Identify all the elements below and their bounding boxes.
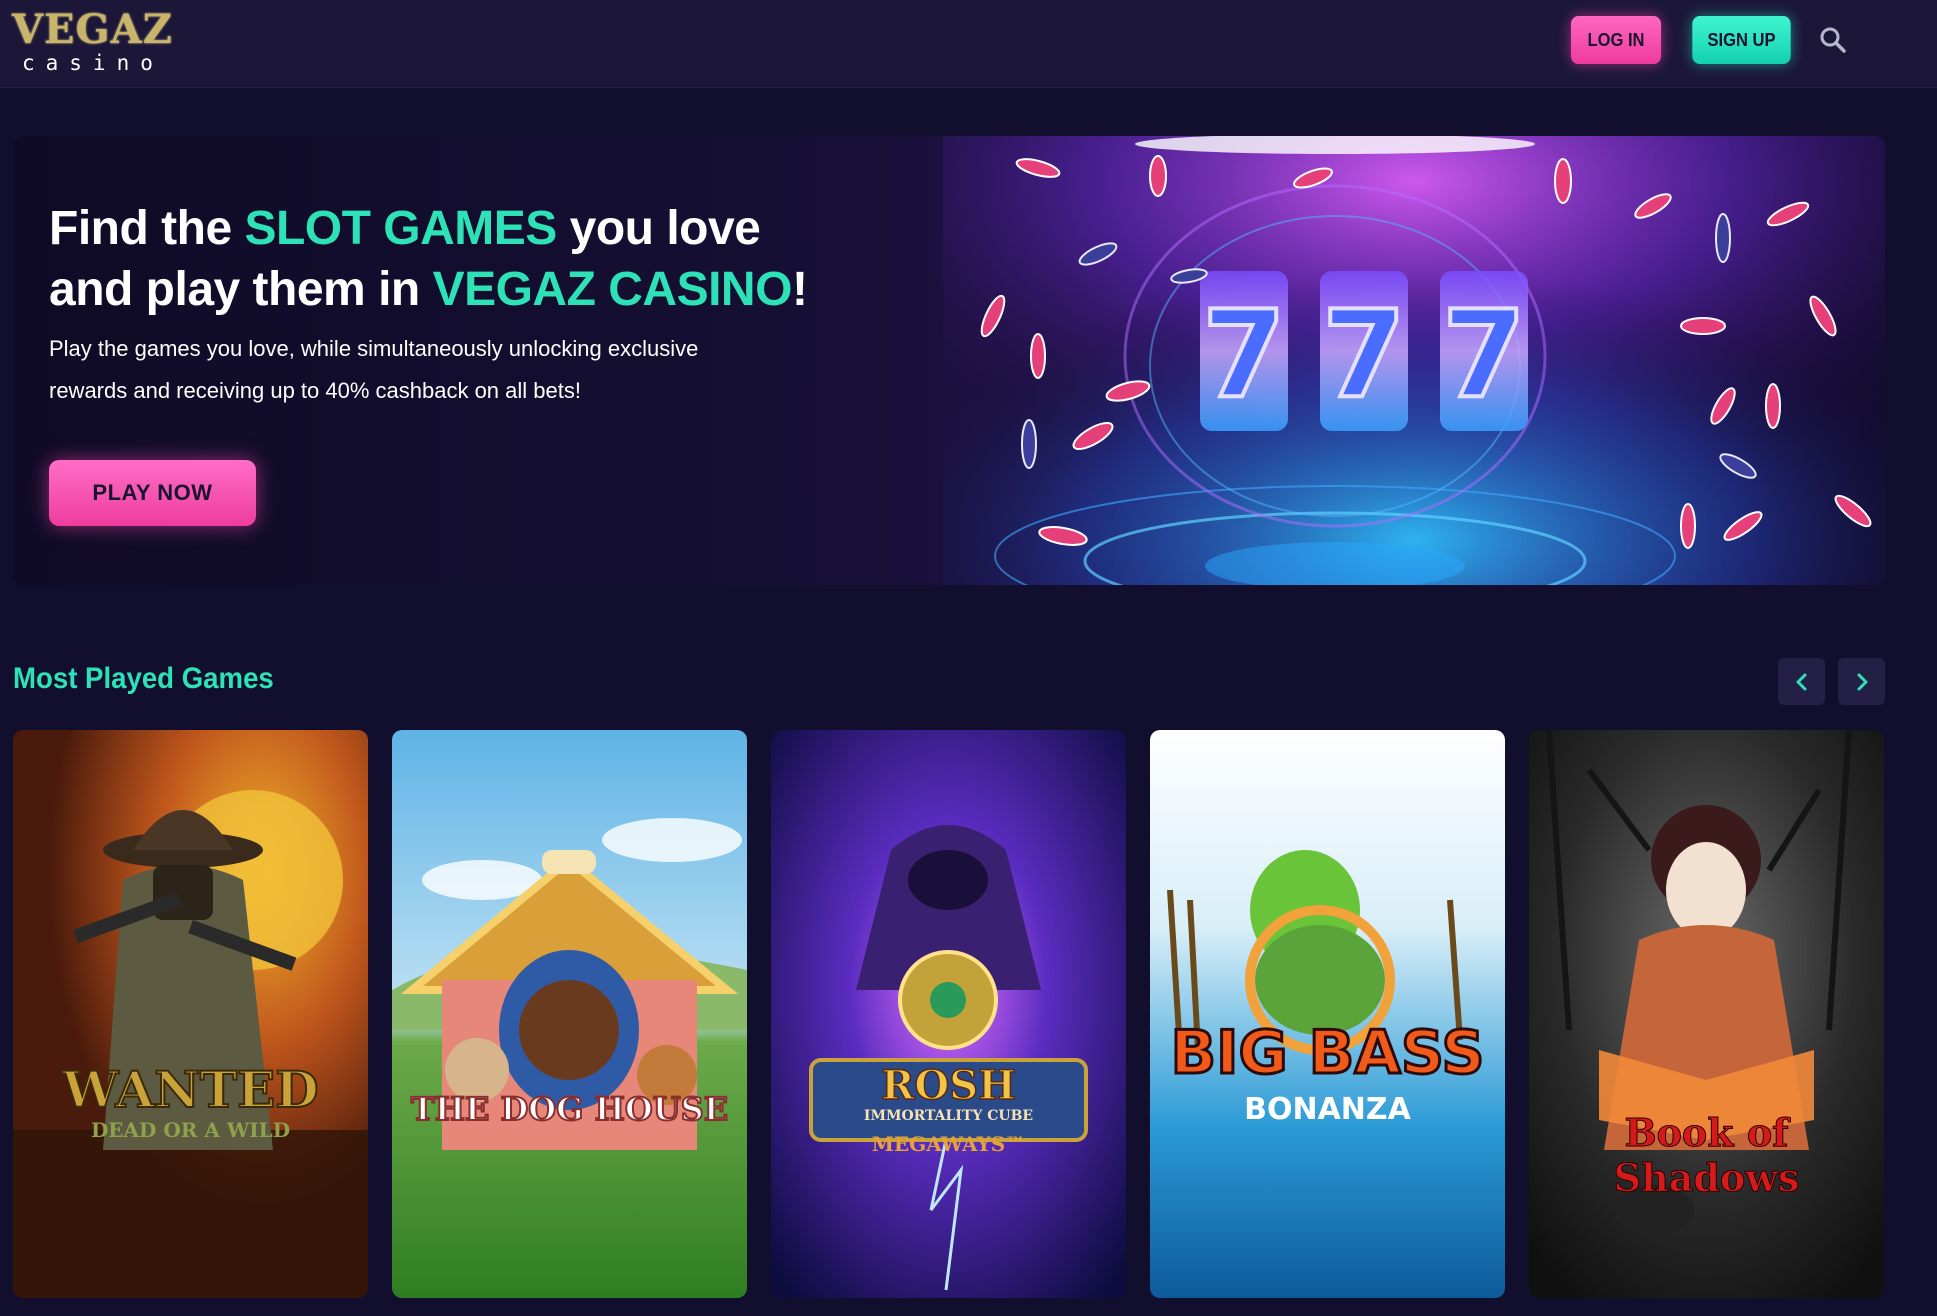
play-now-button[interactable]: PLAY NOW [49, 460, 256, 526]
game-title: THE DOG HOUSE [410, 1089, 729, 1129]
svg-text:7: 7 [1202, 286, 1286, 425]
signup-button[interactable]: SIGN UP [1692, 16, 1791, 64]
site-header: VEGAZ casino LOG IN SIGN UP [0, 0, 1937, 88]
game-card-dog-house[interactable]: THE DOG HOUSE [392, 730, 747, 1298]
svg-text:7: 7 [1322, 286, 1406, 425]
game-card-wanted[interactable]: WANTED DEAD OR A WILD [13, 730, 368, 1298]
game-title: Book of Shadows [1613, 1110, 1800, 1201]
hero-title: Find the SLOT GAMES you love and play th… [49, 202, 808, 316]
slot-machine-illustration: 7 7 7 [943, 136, 1885, 585]
carousel-next-button[interactable] [1838, 658, 1885, 705]
search-icon[interactable] [1818, 25, 1848, 55]
game-title: ROSH [880, 1061, 1016, 1110]
game-subtitle: IMMORTALITY CUBE [863, 1108, 1034, 1124]
hero-description: Play the games you love, while simultane… [49, 336, 699, 403]
logo-subtitle: casino [22, 51, 164, 75]
logo-wordmark: VEGAZ [12, 6, 173, 53]
chevron-right-icon [1857, 673, 1867, 690]
game-subtitle: BONANZA [1244, 1092, 1411, 1127]
game-carousel: WANTED DEAD OR A WILD THE DOG HOUSE ROSH… [13, 730, 1885, 1298]
game-card-big-bass-bonanza[interactable]: BIG BASS BONANZA [1150, 730, 1505, 1298]
game-tagline: MEGAWAYS™ [871, 1132, 1026, 1156]
svg-text:7: 7 [1442, 286, 1526, 425]
game-subtitle: DEAD OR A WILD [90, 1118, 291, 1142]
chevron-left-icon [1796, 673, 1806, 690]
game-thumbnail [771, 730, 1126, 1298]
game-card-book-of-shadows[interactable]: Book of Shadows [1529, 730, 1884, 1298]
game-thumbnail [1150, 730, 1505, 1298]
game-card-rosh[interactable]: ROSH IMMORTALITY CUBE MEGAWAYS™ [771, 730, 1126, 1298]
game-thumbnail [13, 730, 368, 1298]
login-button[interactable]: LOG IN [1570, 16, 1662, 64]
game-thumbnail [392, 730, 747, 1298]
carousel-prev-button[interactable] [1778, 658, 1825, 705]
section-title-most-played: Most Played Games [13, 662, 274, 695]
vegaz-casino-logo[interactable]: VEGAZ casino [12, 6, 173, 75]
game-title: BIG BASS [1169, 1017, 1486, 1090]
game-thumbnail [1529, 730, 1884, 1298]
hero-banner: Find the SLOT GAMES you love and play th… [13, 136, 1885, 585]
game-title: WANTED [61, 1059, 319, 1120]
